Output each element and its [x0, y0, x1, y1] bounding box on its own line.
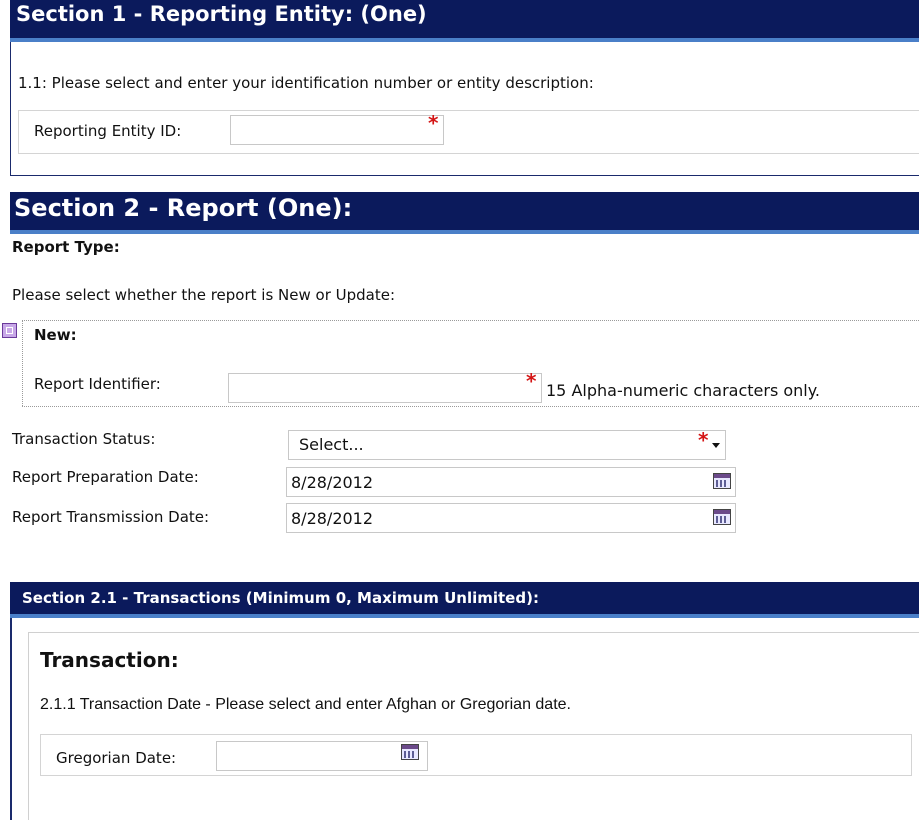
section-2-header: Section 2 - Report (One):	[10, 192, 919, 234]
transaction-status-select[interactable]: Select...	[288, 430, 726, 460]
gregorian-date-input[interactable]	[216, 741, 428, 771]
report-identifier-input[interactable]	[228, 373, 542, 403]
new-group-bottom-border	[22, 406, 919, 407]
collapse-toggle-icon[interactable]	[2, 323, 17, 338]
prep-date-input[interactable]: 8/28/2012	[286, 467, 736, 497]
transaction-status-value: Select...	[299, 435, 364, 454]
gregorian-date-label: Gregorian Date:	[56, 749, 177, 767]
transaction-status-label: Transaction Status:	[12, 430, 156, 448]
calendar-icon[interactable]	[713, 509, 731, 525]
report-type-label: Report Type:	[12, 238, 120, 256]
report-identifier-hint: 15 Alpha-numeric characters only.	[546, 381, 821, 400]
section-1-header: Section 1 - Reporting Entity: (One)	[10, 0, 919, 42]
transaction-heading: Transaction:	[40, 648, 179, 672]
transaction-status-required-mark: *	[698, 428, 709, 452]
entity-id-input[interactable]	[230, 115, 444, 145]
section-2-1-header: Section 2.1 - Transactions (Minimum 0, M…	[10, 582, 919, 618]
entity-id-label: Reporting Entity ID:	[34, 122, 182, 140]
report-identifier-required-mark: *	[526, 369, 537, 393]
section-1-title: Section 1 - Reporting Entity: (One)	[16, 2, 427, 26]
trans-date-label: Report Transmission Date:	[12, 508, 210, 526]
chevron-down-icon[interactable]	[712, 443, 720, 448]
new-group-left-border	[22, 320, 23, 406]
section-2-1-title: Section 2.1 - Transactions (Minimum 0, M…	[22, 589, 539, 607]
section-2-instruction: Please select whether the report is New …	[12, 286, 396, 304]
section-1-instruction: 1.1: Please select and enter your identi…	[18, 74, 594, 92]
section-2-title: Section 2 - Report (One):	[14, 194, 353, 222]
entity-id-required-mark: *	[428, 111, 439, 135]
prep-date-label: Report Preparation Date:	[12, 468, 199, 486]
calendar-icon[interactable]	[401, 744, 419, 760]
new-label: New:	[34, 326, 77, 344]
transaction-date-instruction: 2.1.1 Transaction Date - Please select a…	[40, 696, 571, 713]
new-group-top-border	[22, 320, 919, 321]
calendar-icon[interactable]	[713, 473, 731, 489]
trans-date-input[interactable]: 8/28/2012	[286, 503, 736, 533]
report-identifier-label: Report Identifier:	[34, 375, 161, 393]
